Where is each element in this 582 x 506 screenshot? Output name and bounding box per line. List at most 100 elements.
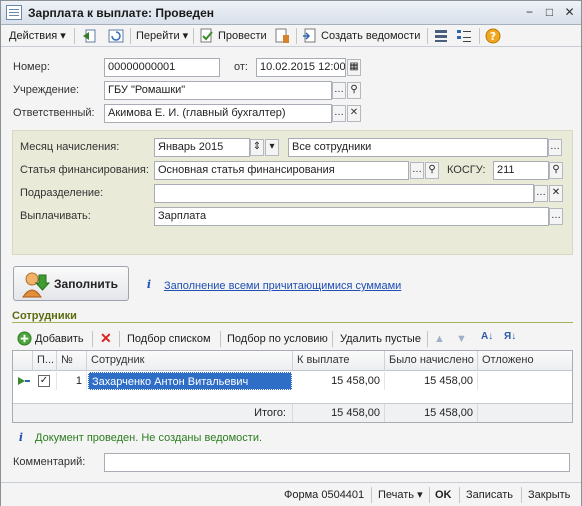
add-icon[interactable] [17,331,32,346]
fill-button[interactable]: Заполнить [13,266,129,301]
ok-button[interactable]: OK [435,487,452,503]
financing-field[interactable]: Основная статья финансирования [154,161,409,180]
list-settings-icon[interactable] [433,28,449,44]
department-field[interactable] [154,184,534,203]
employees-table: П... № Сотрудник К выплате Было начислен… [12,350,573,423]
post-button[interactable]: Провести [218,28,267,44]
column-header-to-pay[interactable]: К выплате [293,351,385,371]
close-button[interactable]: ✕ [562,5,577,20]
calendar-icon[interactable]: ▦ [347,59,361,76]
info-icon: i [146,278,152,291]
column-header-posted[interactable]: П... [33,351,57,371]
close-form-button[interactable]: Закрыть [528,487,570,503]
row-number: 1 [57,372,87,390]
clear-icon[interactable]: ✕ [549,185,563,202]
deferred-cell[interactable] [478,372,572,390]
select-ellipsis-button[interactable]: … [549,208,563,225]
chevron-down-icon[interactable]: ▾ [265,139,279,156]
department-label: Подразделение: [20,187,104,199]
comment-label: Комментарий: [13,456,86,468]
separator [74,28,75,44]
column-header-accrued[interactable]: Было начислено [385,351,478,371]
sort-descending-icon[interactable]: Я↓ [504,329,516,345]
responsible-label: Ответственный: [13,107,95,119]
column-header-number[interactable]: № [57,351,87,371]
separator [427,331,428,347]
title-bar: Зарплата к выплате: Проведен − □ ✕ [1,1,581,25]
separator [193,28,194,44]
pay-type-label: Выплачивать: [20,210,91,222]
column-header-indicator [13,351,33,371]
delete-icon[interactable]: ✕ [100,330,112,346]
month-field[interactable]: Январь 2015 [154,138,250,157]
fill-all-link[interactable]: Заполнение всеми причитающимися суммами [164,280,401,292]
select-ellipsis-button[interactable]: … [332,105,346,122]
posted-cell: ✓ [33,372,57,390]
employees-filter-field[interactable]: Все сотрудники [288,138,548,157]
date-label: от: [234,61,248,73]
to-pay-cell[interactable]: 15 458,00 [293,372,385,390]
number-field[interactable]: 00000000001 [104,58,220,77]
fill-person-icon [22,272,50,298]
separator [479,28,480,44]
minimize-button[interactable]: − [522,5,537,20]
employee-cell[interactable]: Захарченко Антон Витальевич [88,372,292,390]
clear-icon[interactable]: ✕ [347,105,361,122]
save-button[interactable]: Записать [466,487,513,503]
info-icon: i [18,431,24,444]
section-divider [12,322,573,323]
maximize-button[interactable]: □ [542,5,557,20]
month-stepper[interactable]: ⇕ [250,139,264,156]
column-header-deferred[interactable]: Отложено [478,351,572,371]
add-button[interactable]: Добавить [35,331,84,347]
select-condition-button[interactable]: Подбор по условию [227,331,328,347]
number-label: Номер: [13,61,50,73]
organization-field[interactable]: ГБУ "Ромашки" [104,81,332,100]
search-icon[interactable]: ⚲ [347,82,361,99]
column-header-employee[interactable]: Сотрудник [87,351,293,371]
create-statements-button[interactable]: Создать ведомости [321,28,420,44]
kosgu-label: КОСГУ: [447,164,486,176]
separator [429,487,430,503]
total-label: Итого: [13,403,293,422]
search-icon[interactable]: ⚲ [549,162,563,179]
print-menu[interactable]: Печать ▾ [378,487,423,503]
kosgu-field[interactable]: 211 [493,161,549,180]
responsible-field[interactable]: Акимова Е. И. (главный бухгалтер) [104,104,332,123]
total-accrued: 15 458,00 [385,403,478,422]
refresh-icon[interactable] [108,28,124,44]
create-based-on-icon [303,28,316,43]
fill-button-label: Заполнить [54,277,118,291]
delete-empty-button[interactable]: Удалить пустые [340,331,421,347]
separator [332,331,333,347]
total-deferred [478,403,572,422]
sort-ascending-icon[interactable]: A↓ [481,329,493,345]
help-icon[interactable]: ? [485,28,501,44]
select-ellipsis-button[interactable]: … [534,185,548,202]
accrued-cell[interactable]: 15 458,00 [385,372,478,390]
select-ellipsis-button[interactable]: … [548,139,562,156]
separator [119,331,120,347]
comment-field[interactable] [104,453,570,472]
svg-text:?: ? [490,30,496,43]
select-ellipsis-button[interactable]: … [410,162,424,179]
select-ellipsis-button[interactable]: … [332,82,346,99]
toolbar: Действия ▾ Перейти ▾ Провести Создать ве… [1,25,581,47]
separator [521,487,522,503]
structure-icon[interactable] [456,28,472,44]
move-up-icon[interactable]: ▲ [434,331,445,347]
separator [459,487,460,503]
back-arrow-icon[interactable] [81,28,97,44]
journal-icon[interactable] [274,28,290,44]
date-field[interactable]: 10.02.2015 12:00:00 [256,58,346,77]
form-print-button[interactable]: Форма 0504401 [284,487,364,503]
select-list-button[interactable]: Подбор списком [127,331,211,347]
pay-type-field[interactable]: Зарплата [154,207,549,226]
move-down-icon[interactable]: ▼ [456,331,467,347]
search-icon[interactable]: ⚲ [425,162,439,179]
window-title: Зарплата к выплате: Проведен [28,6,215,20]
goto-menu[interactable]: Перейти ▾ [136,28,188,44]
posted-checkbox[interactable]: ✓ [38,375,50,387]
current-row-arrow-icon [18,377,30,385]
actions-menu[interactable]: Действия ▾ [9,28,66,44]
